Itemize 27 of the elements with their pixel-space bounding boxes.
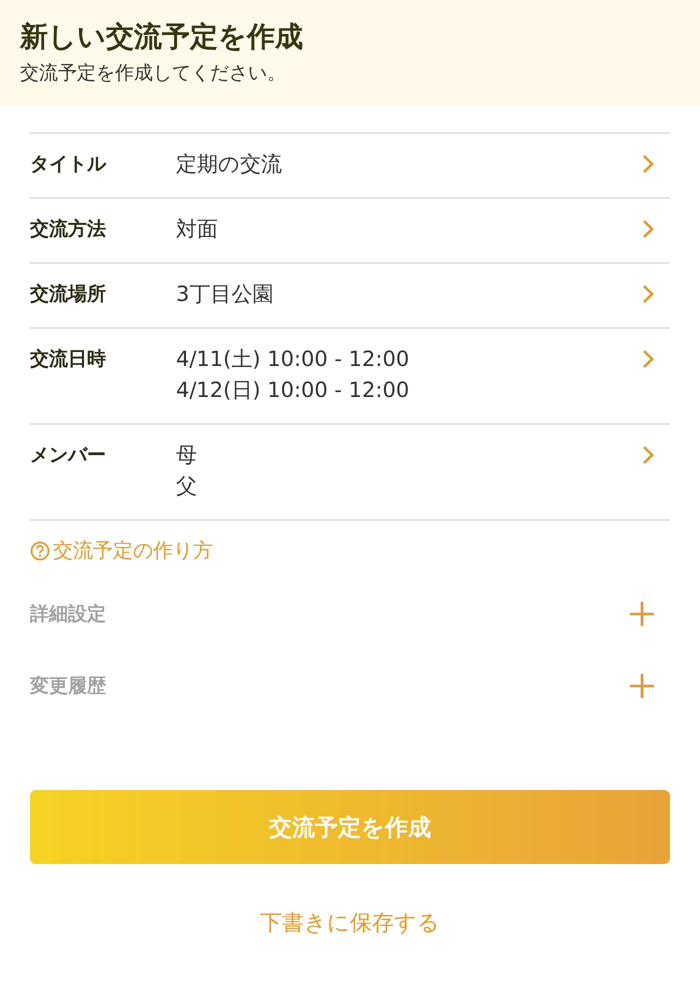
chevron-right-icon — [642, 445, 654, 466]
form-row[interactable]: メンバー 母 父 — [30, 425, 670, 522]
section-label: 変更履歴 — [30, 674, 106, 700]
field-label: 交流方法 — [30, 217, 107, 242]
field-label: タイトル — [30, 152, 108, 178]
field-value: 対面 — [176, 216, 219, 244]
field-label: 交流場所 — [30, 282, 107, 308]
section-label: 詳細設定 — [30, 602, 106, 628]
form-row[interactable]: 交流場所 3丁目公園 — [30, 264, 670, 330]
chevron-right-icon — [642, 219, 654, 240]
form-row[interactable]: 交流方法 対面 — [30, 199, 670, 264]
field-value: 父 — [176, 473, 198, 500]
field-value: 4/11(土) 10:00 - 12:00 — [176, 346, 410, 374]
chevron-right-icon — [642, 349, 654, 370]
form-row[interactable]: 交流日時 4/11(土) 10:00 - 12:00 4/12(日) 10:00 - 12:00 — [30, 329, 670, 426]
form-row[interactable]: タイトル 定期の交流 — [30, 134, 670, 200]
page-title: 新しい交流予定を作成 — [20, 20, 304, 54]
field-value: 4/12(日) 10:00 - 12:00 — [176, 377, 410, 404]
chevron-right-icon — [642, 284, 654, 304]
field-value: 定期の交流 — [176, 151, 283, 178]
field-value: 3丁目公園 — [176, 281, 274, 308]
field-label: メンバー — [30, 443, 107, 468]
chevron-right-icon — [642, 154, 654, 174]
page-subtitle: 交流予定を作成してください。 — [20, 62, 287, 84]
field-value: 母 — [176, 442, 198, 470]
field-label: 交流日時 — [30, 347, 107, 372]
help-icon — [30, 540, 50, 561]
